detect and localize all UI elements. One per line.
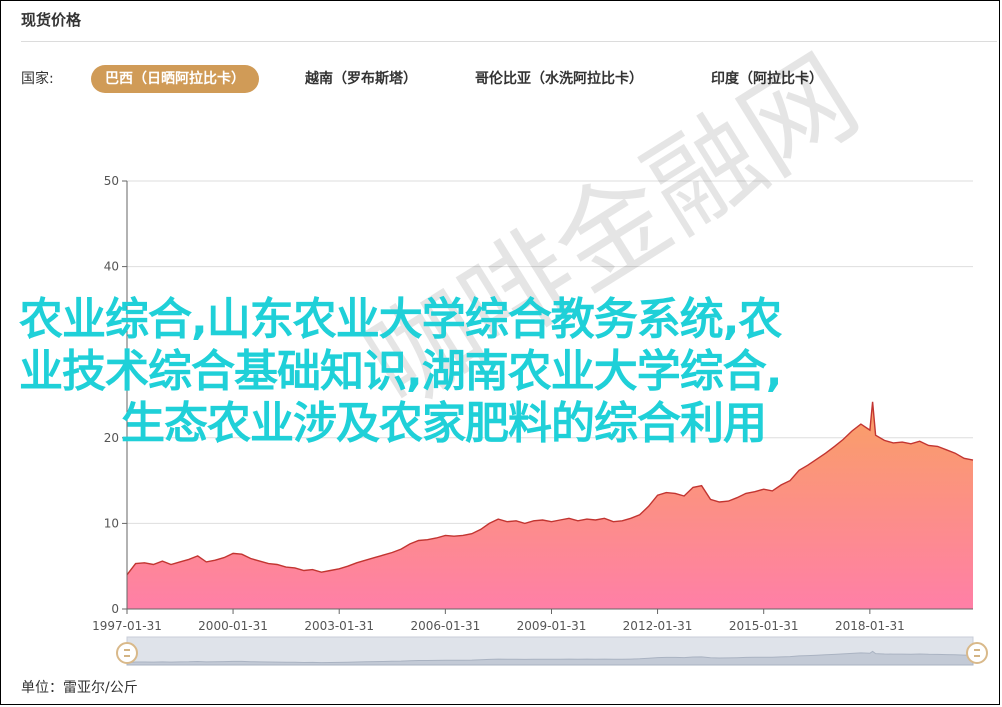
overlay-text-line3: 生态农业涉及农家肥料的综合利用 <box>121 398 767 449</box>
zoom-handle-left[interactable] <box>116 642 138 664</box>
x-tick-label: 2015-01-31 <box>729 619 799 633</box>
x-tick-label: 2012-01-31 <box>623 619 693 633</box>
y-tick-label: 50 <box>104 174 119 188</box>
zoom-handle-right[interactable] <box>966 642 988 664</box>
x-tick-label: 2006-01-31 <box>410 619 480 633</box>
y-tick-label: 20 <box>104 431 119 445</box>
panel: 现货价格 国家: 巴西（日晒阿拉比卡） 越南（罗布斯塔） 哥伦比亚（水洗阿拉比卡… <box>0 0 1000 705</box>
y-tick-label: 40 <box>104 260 119 274</box>
x-tick-label: 2009-01-31 <box>517 619 587 633</box>
y-tick-label: 0 <box>111 602 119 616</box>
unit-label: 单位：雷亚尔/公斤 <box>21 680 138 696</box>
x-tick-label: 2003-01-31 <box>304 619 374 633</box>
y-tick-label: 10 <box>104 516 119 530</box>
x-tick-label: 2000-01-31 <box>198 619 268 633</box>
zoom-slider[interactable] <box>116 636 988 666</box>
x-tick-label: 2018-01-31 <box>835 619 905 633</box>
x-tick-label: 1997-01-31 <box>92 619 162 633</box>
